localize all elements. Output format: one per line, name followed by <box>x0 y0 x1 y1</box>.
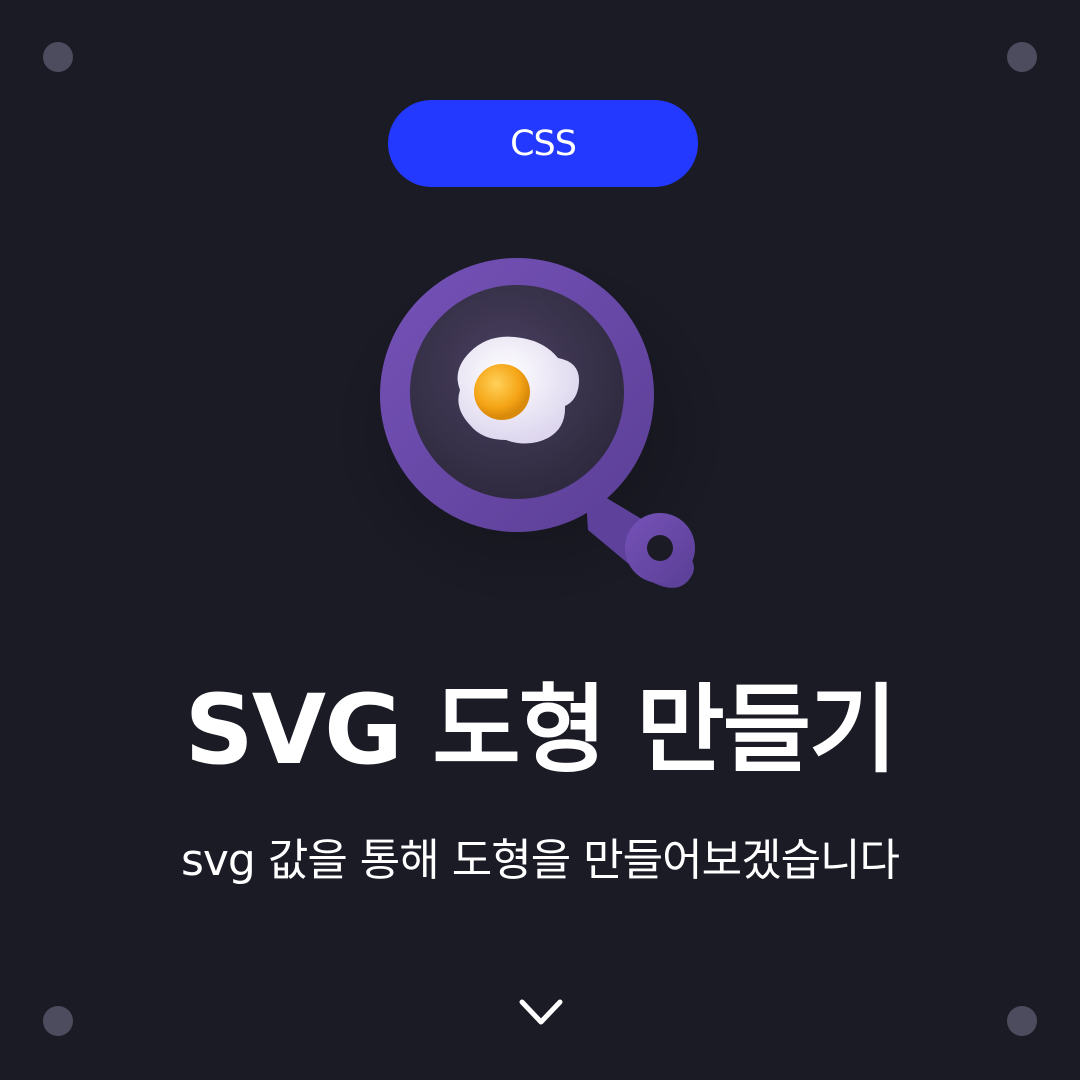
frying-pan-egg-icon <box>330 250 730 610</box>
page-title: SVG 도형 만들기 <box>184 674 898 786</box>
corner-dot-bottom-left <box>43 1006 73 1036</box>
page-subtitle: svg 값을 통해 도형을 만들어보겠습니다 <box>180 835 900 886</box>
category-badge: CSS <box>388 100 698 187</box>
chevron-down-icon[interactable] <box>516 994 566 1030</box>
corner-dot-top-right <box>1007 42 1037 72</box>
corner-dot-bottom-right <box>1007 1006 1037 1036</box>
egg-yolk <box>474 364 530 420</box>
corner-dot-top-left <box>43 42 73 72</box>
slide: CSS SVG 도형 만들기 svg 값을 통해 도형을 만들어보겠습니다 <box>0 0 1080 1080</box>
